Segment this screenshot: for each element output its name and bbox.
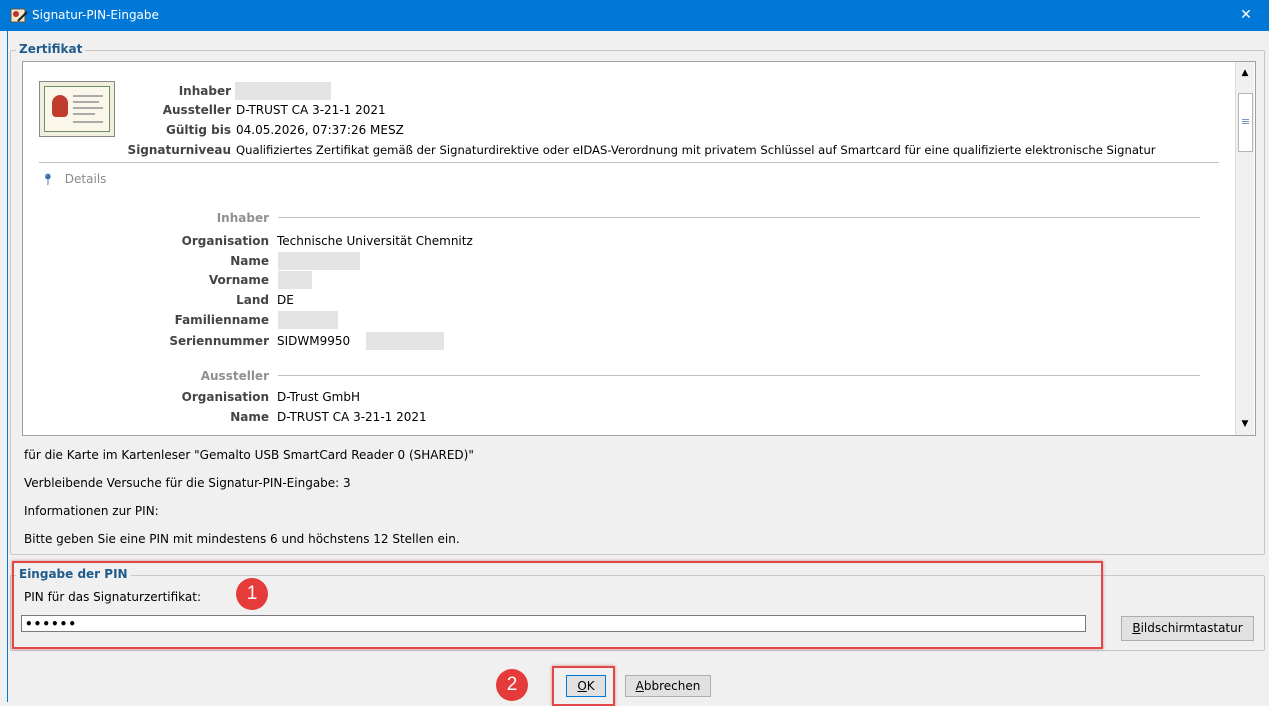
details-name-label: Name — [230, 254, 269, 268]
details-land-value: DE — [277, 293, 294, 307]
certificate-panel: Inhaber Aussteller D-TRUST CA 3-21-1 202… — [22, 61, 1256, 436]
details-aussteller-org-label: Organisation — [181, 390, 269, 404]
reader-info: für die Karte im Kartenleser "Gemalto US… — [24, 448, 474, 462]
separator — [39, 162, 1219, 163]
summary-aussteller-label: Aussteller — [162, 103, 231, 117]
details-toggle[interactable]: 📍︎ Details — [41, 172, 106, 186]
step-1-badge: 1 — [236, 578, 268, 610]
pin-highlight-box — [12, 561, 1103, 649]
details-label: Details — [64, 172, 107, 186]
scroll-up-icon[interactable]: ▲ — [1236, 64, 1254, 82]
summary-niveau-value: Qualifiziertes Zertifikat gemäß der Sign… — [236, 143, 1156, 157]
details-organisation-label: Organisation — [181, 234, 269, 248]
redacted-value — [366, 332, 444, 350]
pin-info-title: Informationen zur PIN: — [24, 504, 159, 518]
attempts-info: Verbleibende Versuche für die Signatur-P… — [24, 476, 351, 490]
section-divider — [278, 375, 1200, 376]
summary-niveau-label: Signaturniveau — [127, 143, 231, 157]
title-bar: Signatur-PIN-Eingabe ✕ — [0, 0, 1269, 31]
on-screen-keyboard-button[interactable]: Bildschirmtastatur — [1121, 616, 1254, 641]
ok-highlight-box — [552, 666, 615, 706]
details-organisation-value: Technische Universität Chemnitz — [277, 234, 473, 248]
cancel-button[interactable]: Abbrechen — [625, 675, 711, 697]
details-seriennummer-label: Seriennummer — [169, 334, 269, 348]
pin-info-text: Bitte geben Sie eine PIN mit mindestens … — [24, 532, 460, 546]
window-title: Signatur-PIN-Eingabe — [32, 8, 159, 22]
details-seriennummer-value: SIDWM9950 — [277, 334, 351, 348]
details-aussteller-org-value: D-Trust GmbH — [277, 390, 360, 404]
cancel-button-mnemonic: A — [635, 679, 644, 693]
redacted-value — [278, 252, 360, 270]
details-aussteller-section: Aussteller — [200, 369, 269, 383]
redacted-value — [278, 271, 312, 289]
details-aussteller-name-label: Name — [230, 410, 269, 424]
signature-app-icon — [10, 8, 28, 23]
scrollbar-thumb[interactable] — [1238, 93, 1253, 152]
details-familienname-label: Familienname — [174, 313, 269, 327]
certificate-group-title: Zertifikat — [16, 42, 86, 56]
scroll-down-icon[interactable]: ▼ — [1236, 415, 1254, 433]
keyboard-button-label: ildschirmtastatur — [1140, 621, 1243, 635]
vertical-scrollbar[interactable]: ▲ ▼ — [1235, 62, 1254, 435]
summary-gueltig-value: 04.05.2026, 07:37:26 MESZ — [236, 123, 404, 137]
summary-inhaber-label: Inhaber — [178, 84, 231, 98]
details-inhaber-section: Inhaber — [216, 211, 269, 225]
redacted-value — [278, 311, 338, 329]
pin-icon: 📍︎ — [41, 173, 55, 186]
details-land-label: Land — [236, 293, 269, 307]
summary-aussteller-value: D-TRUST CA 3-21-1 2021 — [236, 103, 386, 117]
cancel-button-label: bbrechen — [643, 679, 701, 693]
window-border — [7, 31, 8, 702]
close-icon[interactable]: ✕ — [1223, 0, 1269, 31]
summary-gueltig-label: Gültig bis — [166, 123, 231, 137]
section-divider — [278, 217, 1200, 218]
keyboard-button-mnemonic: B — [1132, 621, 1141, 635]
step-2-badge: 2 — [496, 669, 528, 701]
redacted-value — [235, 82, 331, 100]
details-vorname-label: Vorname — [208, 273, 269, 287]
details-aussteller-name-value: D-TRUST CA 3-21-1 2021 — [277, 410, 427, 424]
